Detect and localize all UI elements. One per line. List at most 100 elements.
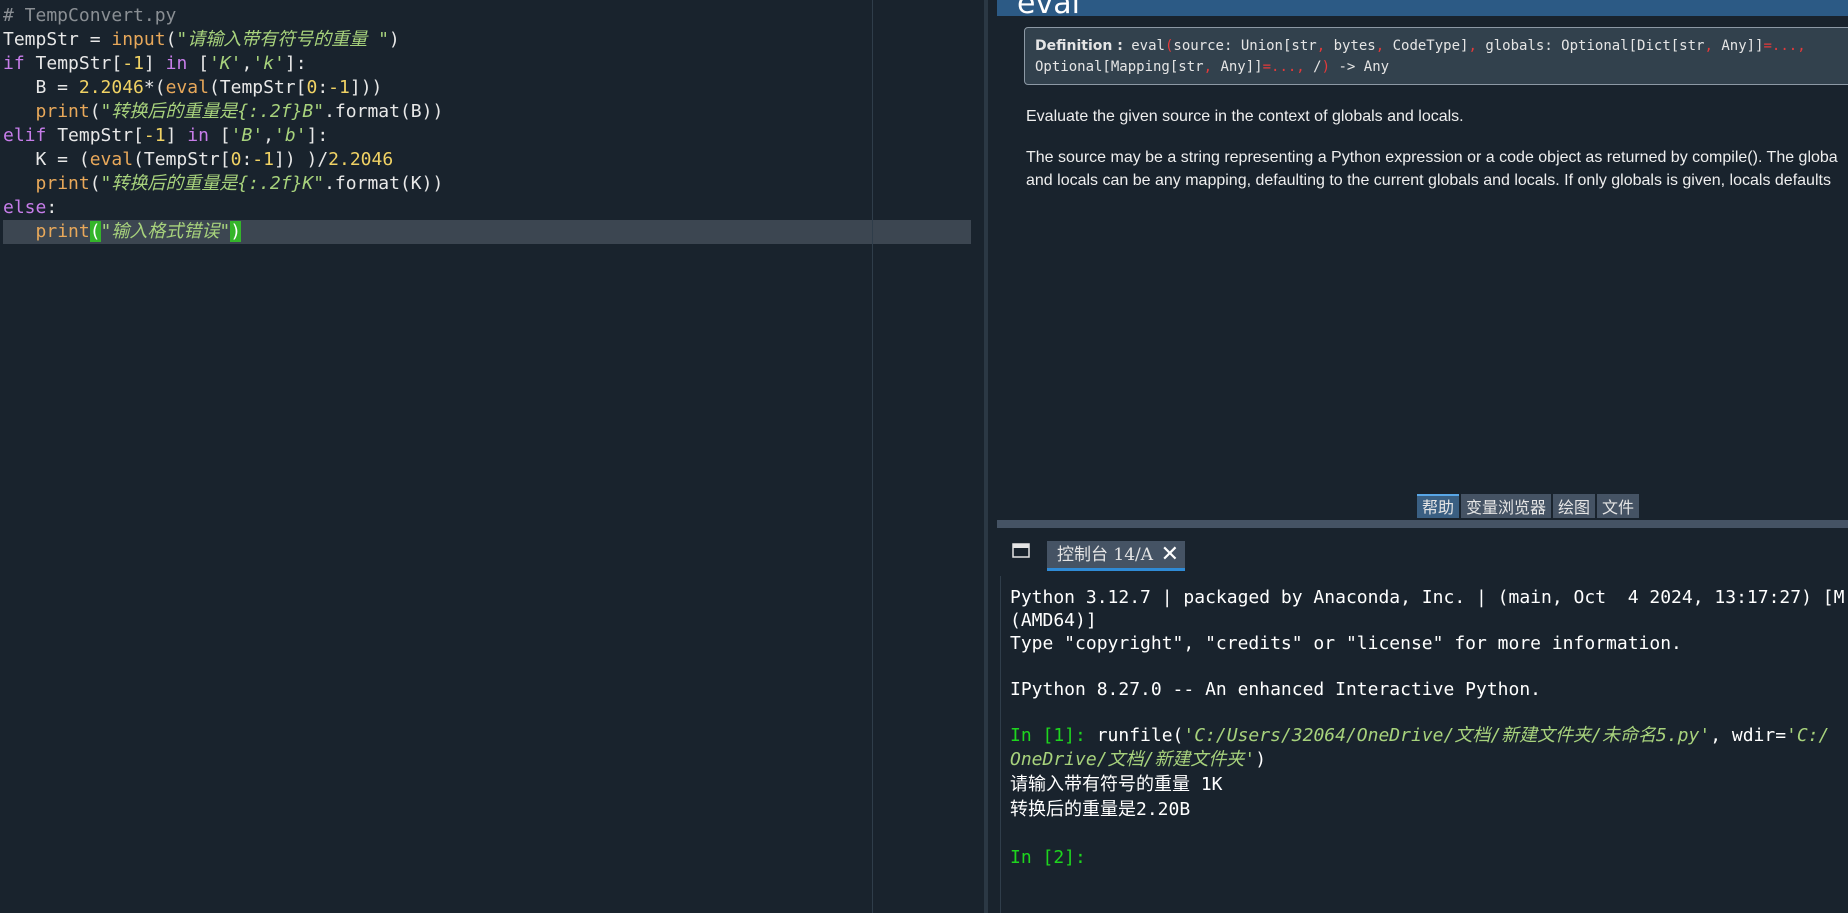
code-token: ( — [89, 221, 101, 242]
close-icon[interactable]: ✕ — [1161, 541, 1179, 569]
console-prompt-line[interactable]: In [2]: — [1010, 846, 1086, 870]
code-token: TempStr[ — [46, 125, 144, 146]
def-text: =..., — [1262, 59, 1305, 75]
code-token: B = — [3, 77, 79, 98]
console-text: runfile( — [1085, 725, 1184, 746]
tab-files[interactable]: 文件 — [1597, 494, 1640, 518]
code-token: ] — [165, 125, 188, 146]
def-text: Any]] — [1212, 59, 1263, 75]
console-line: IPython 8.27.0 -- An enhanced Interactiv… — [1010, 679, 1542, 700]
code-token: .format(K)) — [324, 173, 444, 194]
def-text: CodeType] — [1384, 38, 1469, 54]
tab-help[interactable]: 帮助 — [1417, 494, 1460, 518]
code-line[interactable]: if TempStr[-1] in ['K','k']: — [3, 52, 307, 76]
console-output[interactable]: Python 3.12.7 | packaged by Anaconda, In… — [1000, 576, 1848, 913]
code-token: ) — [230, 221, 242, 242]
code-line[interactable]: print("转换后的重量是{:.2f}B".format(B)) — [3, 100, 444, 124]
code-token: [ — [208, 125, 231, 146]
code-token: eval — [89, 149, 134, 170]
code-line[interactable]: print("转换后的重量是{:.2f}K".format(K)) — [3, 172, 444, 196]
code-token: , — [263, 125, 275, 146]
code-token: ( — [165, 29, 177, 50]
pane-tab-bar: 帮助 变量浏览器 绘图 文件 — [1417, 494, 1640, 518]
code-token: 'K' — [208, 53, 242, 74]
code-token: : — [46, 197, 58, 218]
def-text: , — [1316, 38, 1326, 54]
prompt-label: In [1]: — [1010, 725, 1086, 746]
console-tab[interactable]: 控制台 14/A ✕ — [1047, 541, 1185, 571]
help-title-bar: eval — [997, 0, 1848, 21]
help-paragraph: The source may be a string representing … — [1026, 149, 1838, 166]
code-token: , — [241, 53, 253, 74]
code-token: ( — [89, 173, 101, 194]
pane-splitter[interactable] — [997, 520, 1848, 528]
code-token: TempStr = — [3, 29, 112, 50]
def-text: ) — [1321, 59, 1331, 75]
code-token: "输入格式错误" — [100, 221, 231, 242]
editor-splitter[interactable] — [984, 0, 988, 913]
code-token: : — [241, 149, 253, 170]
code-token: (TempStr[ — [133, 149, 231, 170]
console-input-line: In [1]: runfile('C:/Users/32064/OneDrive… — [1010, 724, 1829, 748]
prompt-label: In [2]: — [1010, 847, 1086, 868]
code-token: eval — [165, 77, 209, 98]
console-input-line: OneDrive/文档/新建文件夹') — [1010, 748, 1266, 772]
console-pane: 控制台 14/A ✕ Python 3.12.7 | packaged by A… — [997, 528, 1848, 913]
def-text: bytes — [1325, 38, 1376, 54]
code-line[interactable]: K = (eval(TempStr[0:-1]) )/2.2046 — [3, 148, 394, 172]
code-line[interactable]: # TempConvert.py — [3, 4, 176, 28]
code-token: : — [317, 77, 329, 98]
code-token: "请输入带有符号的重量 " — [176, 29, 389, 50]
code-token: ]) )/ — [273, 149, 329, 170]
code-token: -1 — [143, 125, 166, 146]
code-token: -1 — [328, 77, 350, 98]
console-line: 转换后的重量是2.20B — [1010, 799, 1191, 820]
console-text: OneDrive/文档/新建文件夹' — [1010, 749, 1256, 770]
tab-variable-explorer[interactable]: 变量浏览器 — [1461, 494, 1552, 518]
code-token: ])) — [349, 77, 383, 98]
code-token: [ — [187, 53, 209, 74]
help-paragraph: Evaluate the given source in the context… — [1026, 108, 1464, 125]
code-line[interactable]: TempStr = input("请输入带有符号的重量 ") — [3, 28, 400, 52]
code-token: "转换后的重量是{:.2f}B" — [100, 101, 325, 122]
console-text: 'C:/Users/32064/OneDrive/文档/新建文件夹/未命名5.p… — [1183, 725, 1711, 746]
code-line-current[interactable]: print("输入格式错误") — [3, 220, 971, 244]
def-text: Any]] — [1712, 38, 1764, 54]
code-token: .format(B)) — [324, 101, 444, 122]
code-token: "转换后的重量是{:.2f}K" — [100, 173, 325, 194]
def-text: globals: Optional[Dict[str — [1476, 38, 1705, 54]
console-text: 'C:/ — [1786, 725, 1830, 746]
code-token: TempStr[ — [24, 53, 123, 74]
code-editor[interactable]: # TempConvert.py TempStr = input("请输入带有符号… — [0, 0, 988, 913]
code-token: -1 — [122, 53, 144, 74]
tab-plots[interactable]: 绘图 — [1553, 494, 1596, 518]
def-text: , — [1468, 38, 1477, 54]
code-token: ) — [388, 29, 400, 50]
console-line: (AMD64)] — [1010, 610, 1097, 631]
code-token: ( — [89, 101, 101, 122]
code-token: 'k' — [252, 53, 285, 74]
console-tab-label: 控制台 14/A — [1057, 545, 1154, 565]
code-token: input — [111, 29, 166, 50]
code-line[interactable]: else: — [3, 196, 57, 220]
code-token: # TempConvert.py — [3, 5, 177, 26]
code-line[interactable]: B = 2.2046*(eval(TempStr[0:-1])) — [3, 76, 383, 100]
code-token: 'B' — [230, 125, 264, 146]
code-token: elif — [3, 125, 47, 146]
code-token: else — [3, 197, 47, 218]
console-text: ) — [1255, 749, 1267, 770]
code-token: print — [35, 173, 90, 194]
window-icon[interactable] — [1012, 543, 1030, 558]
help-pane: eval Definition : eval(source: Union[str… — [997, 0, 1848, 492]
code-token: ]: — [284, 53, 307, 74]
def-text: , — [1203, 59, 1213, 75]
code-token: 'b' — [274, 125, 307, 146]
code-line[interactable]: elif TempStr[-1] in ['B','b']: — [3, 124, 328, 148]
code-token: 2.2046 — [78, 77, 144, 98]
console-text: , wdir= — [1710, 725, 1787, 746]
code-token: if — [3, 53, 25, 74]
def-text: / — [1304, 59, 1322, 75]
code-token: in — [165, 53, 188, 74]
code-token: print — [35, 221, 90, 242]
